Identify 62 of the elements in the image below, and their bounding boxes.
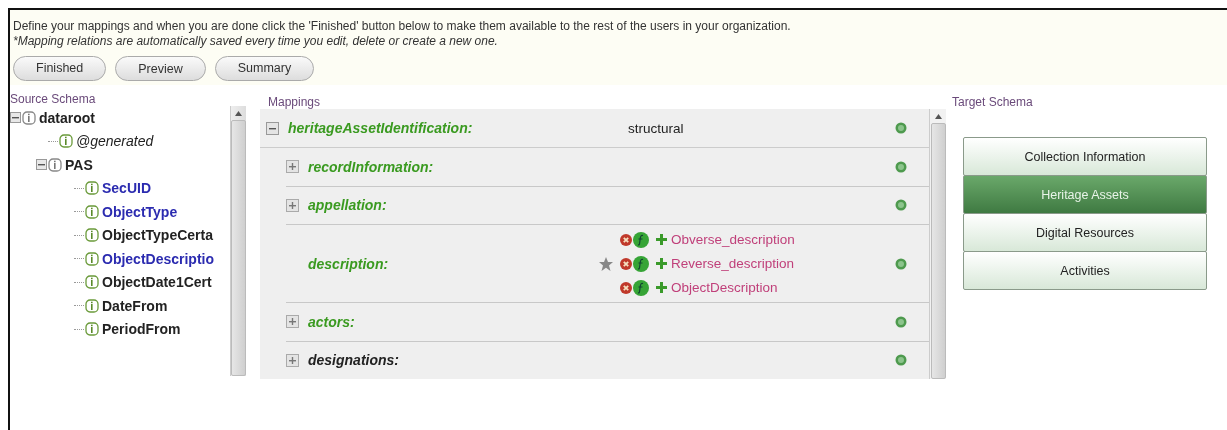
info-icon [85,228,99,243]
mapping-type: structural [628,120,685,136]
collapse-toggle[interactable] [10,112,21,124]
arrow-icon[interactable] [934,114,942,119]
delete-icon[interactable] [620,281,632,294]
info-icon [85,181,99,196]
function-icon[interactable] [633,231,649,248]
info-icon [22,110,36,125]
info-icon [85,251,99,266]
info-icon [48,157,62,172]
panel-title: Mappings [267,94,322,109]
scrollbar[interactable] [230,106,246,376]
schema-section-button[interactable]: Digital Resources [963,213,1207,252]
info-icon [85,275,99,290]
mapping-label: recordInformation: [308,158,435,175]
add-icon[interactable] [655,233,668,246]
add-icon[interactable] [655,281,668,294]
mapping-label: actors: [308,313,356,330]
schema-node[interactable]: dataroot [39,109,95,126]
action-button[interactable]: Summary [214,56,315,81]
mapping-label: designations: [308,352,400,369]
info-icon [85,298,99,313]
mapping-label: description: [308,255,390,272]
collapse-toggle[interactable] [266,121,279,135]
schema-section-button[interactable]: Collection Information [963,137,1207,176]
autosave-note: *Mapping relations are automatically saved every time you edit, delete or create a new one. [13,34,499,48]
action-button[interactable]: Preview [115,56,206,81]
target-field[interactable]: ObjectDescription [671,280,778,295]
schema-node[interactable]: ObjectDescriptio [102,250,215,267]
collapse-toggle[interactable] [36,159,47,171]
arrow-icon[interactable] [235,111,242,116]
delete-icon[interactable] [620,257,632,270]
action-button[interactable]: Finished [13,56,107,81]
instructions-text: Define your mappings and when you are done click the 'Finished' button below to make them available to the rest of the users in your organization. [13,19,792,34]
schema-node[interactable]: ObjectDate1Cert [102,274,212,291]
info-icon [59,134,73,149]
add-icon[interactable] [655,257,668,270]
schema-node[interactable]: ObjectType [102,203,178,220]
expand-toggle[interactable] [286,353,299,367]
expand-toggle[interactable] [286,160,299,174]
schema-node[interactable]: ObjectTypeCerta [102,227,213,244]
star-icon[interactable] [598,255,614,272]
schema-node[interactable]: SecUID [102,180,152,197]
panel-title: Target Schema [952,94,1034,109]
schema-node[interactable]: @generated [76,133,154,150]
mapping-label: appellation: [308,197,388,214]
function-icon[interactable] [633,255,649,272]
mapping-label: heritageAssetIdentification: [288,120,474,136]
expand-toggle[interactable] [286,315,299,329]
expand-toggle[interactable] [286,198,299,212]
scrollbar[interactable] [929,109,946,379]
target-field[interactable]: Reverse_description [671,256,795,271]
schema-node[interactable]: DateFrom [102,297,168,314]
delete-icon[interactable] [620,233,632,246]
schema-node[interactable]: PAS [65,156,93,173]
schema-node[interactable]: PeriodFrom [102,321,181,338]
panel-title: Source Schema [10,91,97,106]
info-icon [85,322,99,337]
schema-section-button[interactable]: Activities [963,251,1207,290]
info-icon [85,204,99,219]
function-icon[interactable] [633,279,649,296]
target-field[interactable]: Obverse_description [671,232,795,247]
